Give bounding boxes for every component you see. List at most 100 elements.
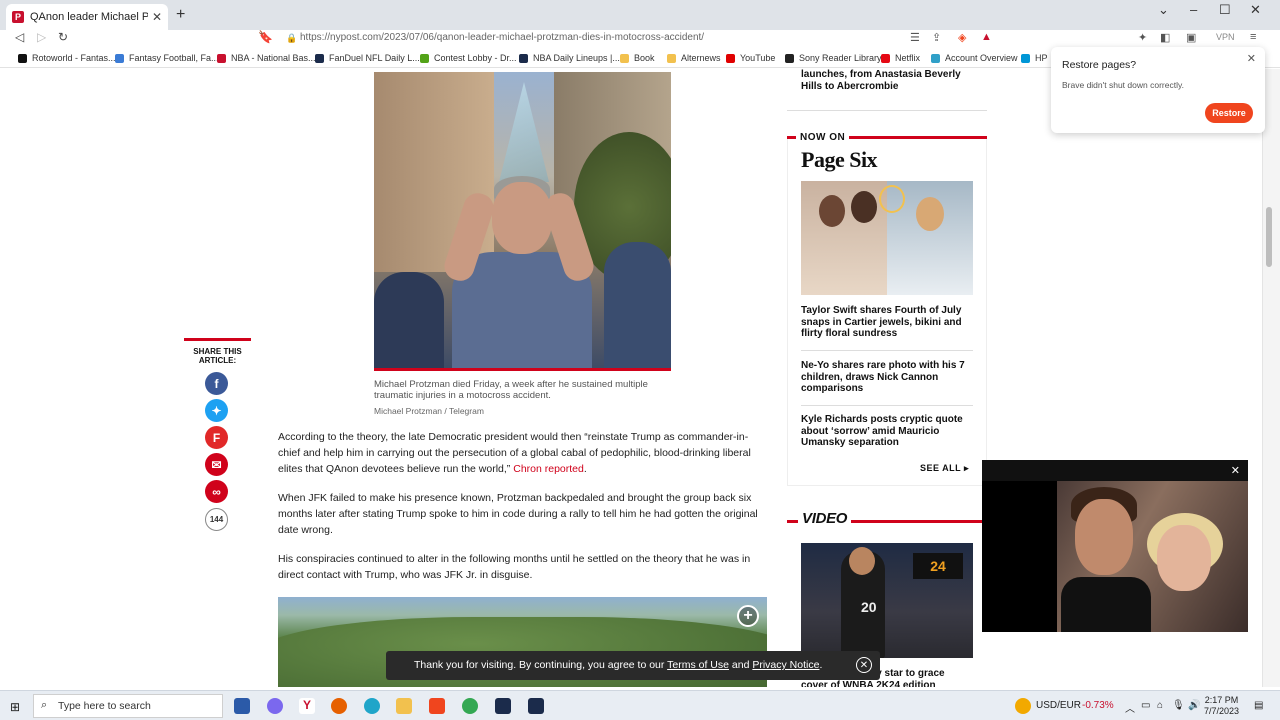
search-icon: ⌕ [41,699,48,711]
brave-rewards-icon[interactable]: ▲ [981,31,992,43]
new-tab-icon[interactable]: + [176,6,185,24]
bookmark-label: Contest Lobby - Dr... [434,53,517,63]
bookmark-item[interactable]: Rotoworld - Fantas... [18,53,116,63]
copy-link-share-icon[interactable]: ∞ [205,480,228,503]
menu-icon[interactable]: ≡ [1250,31,1256,43]
bookmark-item[interactable]: Netflix [881,53,920,63]
file-explorer-icon[interactable] [396,698,412,714]
page-scrollbar[interactable] [1262,69,1280,687]
brave-icon[interactable] [429,698,445,714]
tab-bar: P QAnon leader Michael Protzman ✕ + ⌄ – … [0,0,1280,30]
video-thumbnail[interactable]: 20 24 [801,543,973,658]
bookmark-item[interactable]: Contest Lobby - Dr... [420,53,517,63]
microphone-icon[interactable]: 🎙 [1172,700,1185,711]
vpn-button[interactable]: VPN [1216,32,1235,42]
bookmark-item[interactable]: Alternews [667,53,721,63]
bookmark-label: Alternews [681,53,721,63]
photo-underline [374,368,671,371]
tray-chevron-icon[interactable]: ︿ [1125,700,1135,715]
facebook-share-icon[interactable]: f [205,372,228,395]
reload-icon[interactable]: ↻ [58,30,68,44]
tab-search-chevron-icon[interactable]: ⌄ [1158,2,1169,18]
minimize-icon[interactable]: – [1190,2,1197,17]
taskbar-clock[interactable]: 2:17 PM 7/7/2023 [1204,695,1239,717]
now-on-label: NOW ON [796,132,850,143]
close-window-icon[interactable]: ✕ [1250,2,1261,18]
flipboard-share-icon[interactable]: F [205,426,228,449]
firefox-icon[interactable] [331,698,347,714]
close-consent-icon[interactable]: ✕ [856,657,872,673]
yahoo-icon[interactable]: Y [299,698,315,714]
page-six-logo[interactable]: Page Six [801,147,878,173]
terms-of-use-link[interactable]: Terms of Use [667,659,729,671]
restore-button[interactable]: Restore [1205,103,1253,123]
back-icon[interactable]: ◁ [15,30,24,44]
reader-mode-icon[interactable]: ☰ [910,31,920,44]
bookmark-item[interactable]: HP [1021,53,1048,63]
photo-caption: Michael Protzman died Friday, a week aft… [374,379,648,401]
extensions-icon[interactable]: ✦ [1138,31,1147,44]
taskbar-search-input[interactable]: ⌕ Type here to search [33,694,223,718]
article-main-photo[interactable] [374,72,671,369]
twitter-share-icon[interactable]: ✦ [205,399,228,422]
bookmark-favicon-icon [726,53,735,63]
scrollbar-thumb[interactable] [1266,207,1272,267]
floating-video-player[interactable]: ✕ [982,460,1248,632]
bookmark-item[interactable]: NBA - National Bas... [217,53,316,63]
bookmark-item[interactable]: Fantasy Football, Fa... [115,53,219,63]
tray-app-icon[interactable]: ▭ [1141,700,1150,711]
page-six-story-link[interactable]: Kyle Richards posts cryptic quote about … [801,414,971,449]
bookmark-label: NBA Daily Lineups |... [533,53,620,63]
bookmark-item[interactable]: Account Overview [931,53,1018,63]
privacy-notice-link[interactable]: Privacy Notice [752,659,819,671]
shot-clock: 24 [913,553,963,579]
bookmark-item[interactable]: NBA Daily Lineups |... [519,53,620,63]
browser-tab[interactable]: P QAnon leader Michael Protzman ✕ [6,4,168,30]
close-popup-icon[interactable]: ✕ [1247,52,1256,65]
maximize-icon[interactable]: ☐ [1219,2,1231,18]
bookmark-item[interactable]: YouTube [726,53,775,63]
sidebar-icon[interactable]: ◧ [1160,31,1170,44]
share-icon[interactable]: ⇪ [932,31,941,44]
bookmark-favicon-icon [1021,53,1030,63]
windows-start-icon[interactable]: ⊞ [10,700,20,714]
bookmark-favicon-icon [519,53,528,63]
email-share-icon[interactable]: ✉ [205,453,228,476]
close-tab-icon[interactable]: ✕ [152,10,162,24]
brave-shields-icon[interactable]: ◈ [958,31,966,44]
volume-icon[interactable]: 🔊 [1188,700,1200,711]
bookmark-favicon-icon [620,53,629,63]
article-paragraph: When JFK failed to make his presence kno… [278,492,758,536]
wallet-icon[interactable]: ▣ [1186,31,1196,44]
forward-icon[interactable]: ▷ [37,30,46,44]
rail-story-headline[interactable]: launches, from Anastasia Beverly Hills t… [801,69,981,93]
see-all-link[interactable]: SEE ALL ▸ [920,463,969,474]
lock-icon: 🔒 [286,33,298,43]
chron-link[interactable]: Chron reported [513,463,584,475]
page-six-thumbnail[interactable] [801,181,973,295]
url-field[interactable]: https://nypost.com/2023/07/06/qanon-lead… [300,32,704,43]
chrome-icon[interactable] [462,698,478,714]
bookmark-label: FanDuel NFL Daily L... [329,53,420,63]
page-six-story-link[interactable]: Ne-Yo shares rare photo with his 7 child… [801,360,971,395]
close-video-icon[interactable]: ✕ [1231,464,1240,477]
tab-title: QAnon leader Michael Protzman [30,11,148,23]
task-view-icon[interactable] [234,698,250,714]
bookmark-favicon-icon [115,53,124,63]
bookmark-item[interactable]: FanDuel NFL Daily L... [315,53,420,63]
currency-pair[interactable]: USD/EUR [1036,700,1081,711]
currency-widget-icon[interactable] [1015,698,1031,714]
bookmark-item[interactable]: Book [620,53,655,63]
bookmark-item[interactable]: Sony Reader Library [785,53,882,63]
app-icon[interactable] [495,698,511,714]
expand-photo-icon[interactable]: + [737,605,759,627]
network-icon[interactable]: ⌂ [1157,700,1163,711]
edge-icon[interactable] [364,698,380,714]
notifications-icon[interactable]: ▤ [1254,700,1263,711]
page-six-story-link[interactable]: Taylor Swift shares Fourth of July snaps… [801,305,971,340]
app-icon[interactable] [528,698,544,714]
comments-button[interactable]: 144 [205,508,228,531]
copilot-icon[interactable] [267,698,283,714]
bookmark-icon[interactable]: 🔖 [258,30,273,44]
video-frame [1057,481,1248,632]
